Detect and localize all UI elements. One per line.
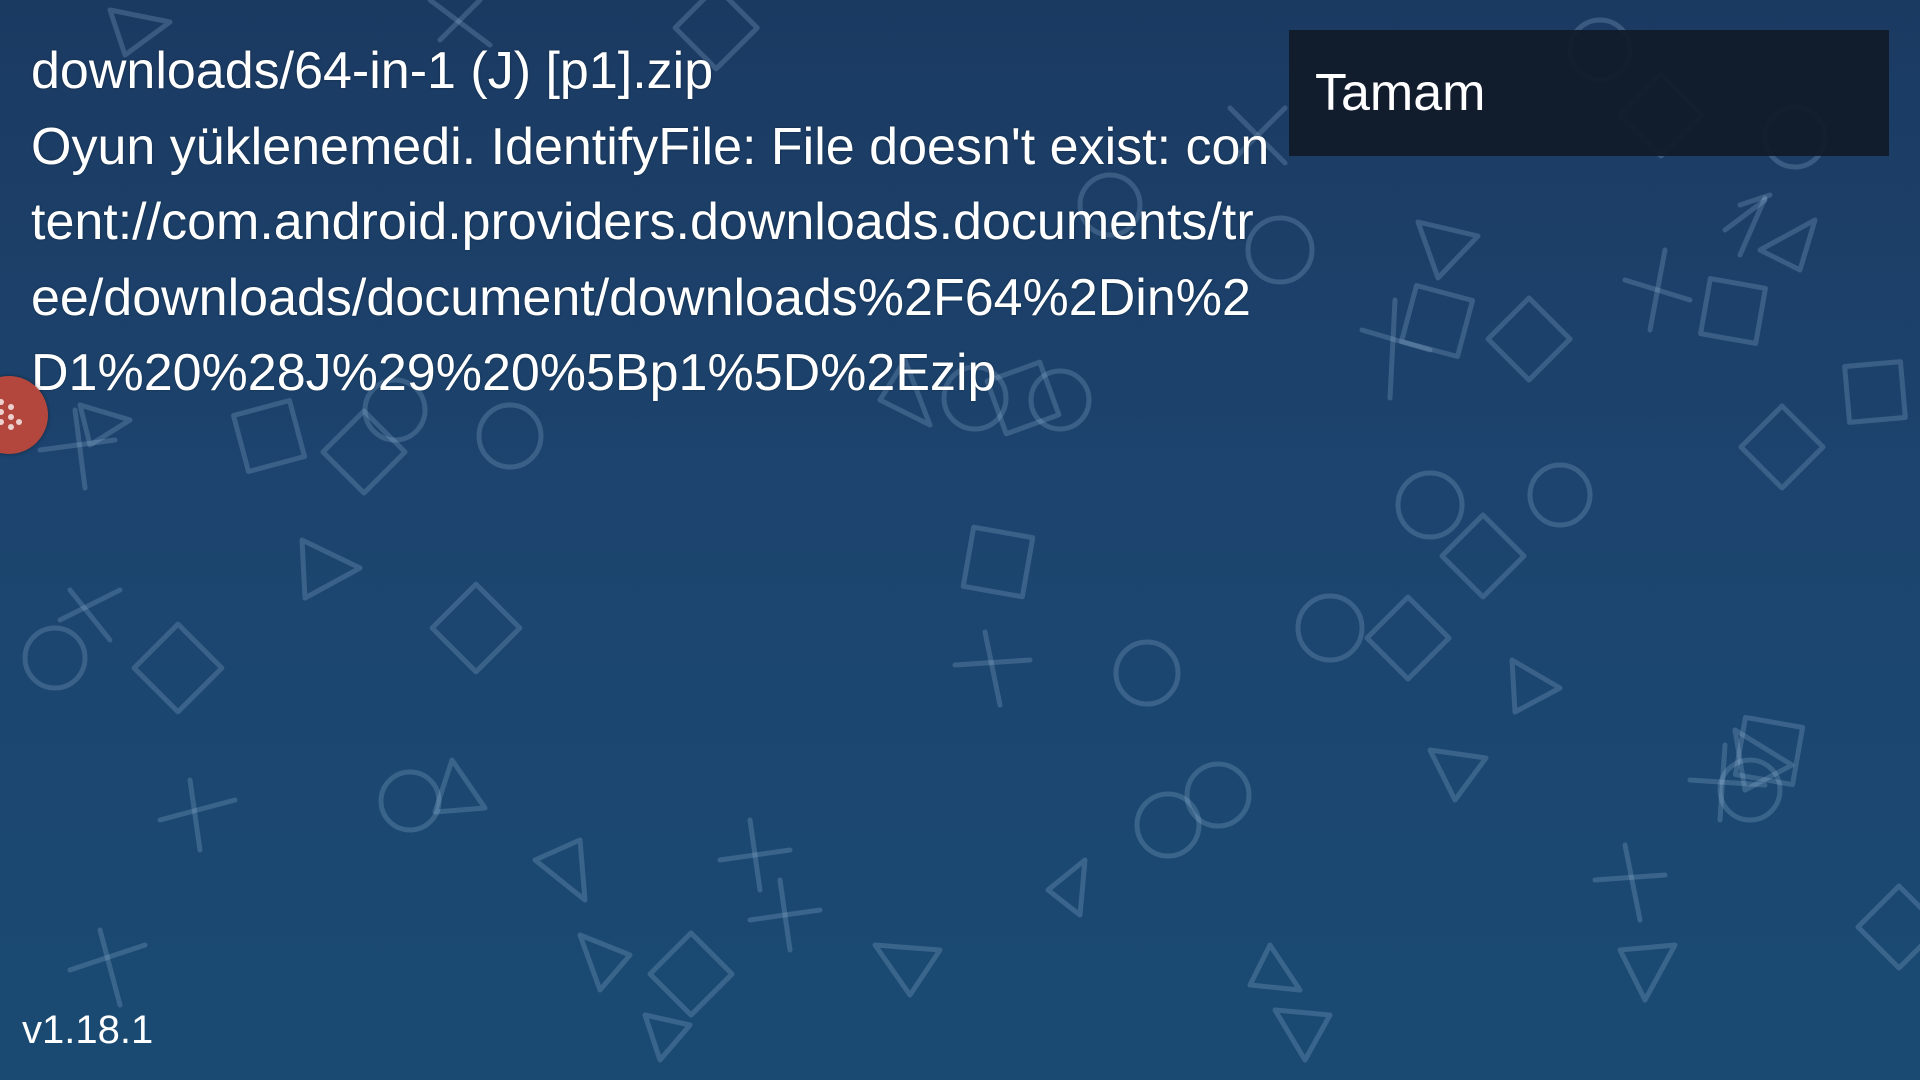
error-details: Oyun yüklenemedi. IdentifyFile: File doe… [31,117,1270,403]
ok-button[interactable]: Tamam [1289,30,1889,156]
ok-button-label: Tamam [1315,64,1486,122]
app-version: v1.18.1 [22,1008,154,1052]
error-filename: downloads/64-in-1 (J) [p1].zip [31,42,714,100]
error-message: downloads/64-in-1 (J) [p1].zip Oyun yükl… [31,34,1281,412]
gamepad-icon [0,399,22,430]
